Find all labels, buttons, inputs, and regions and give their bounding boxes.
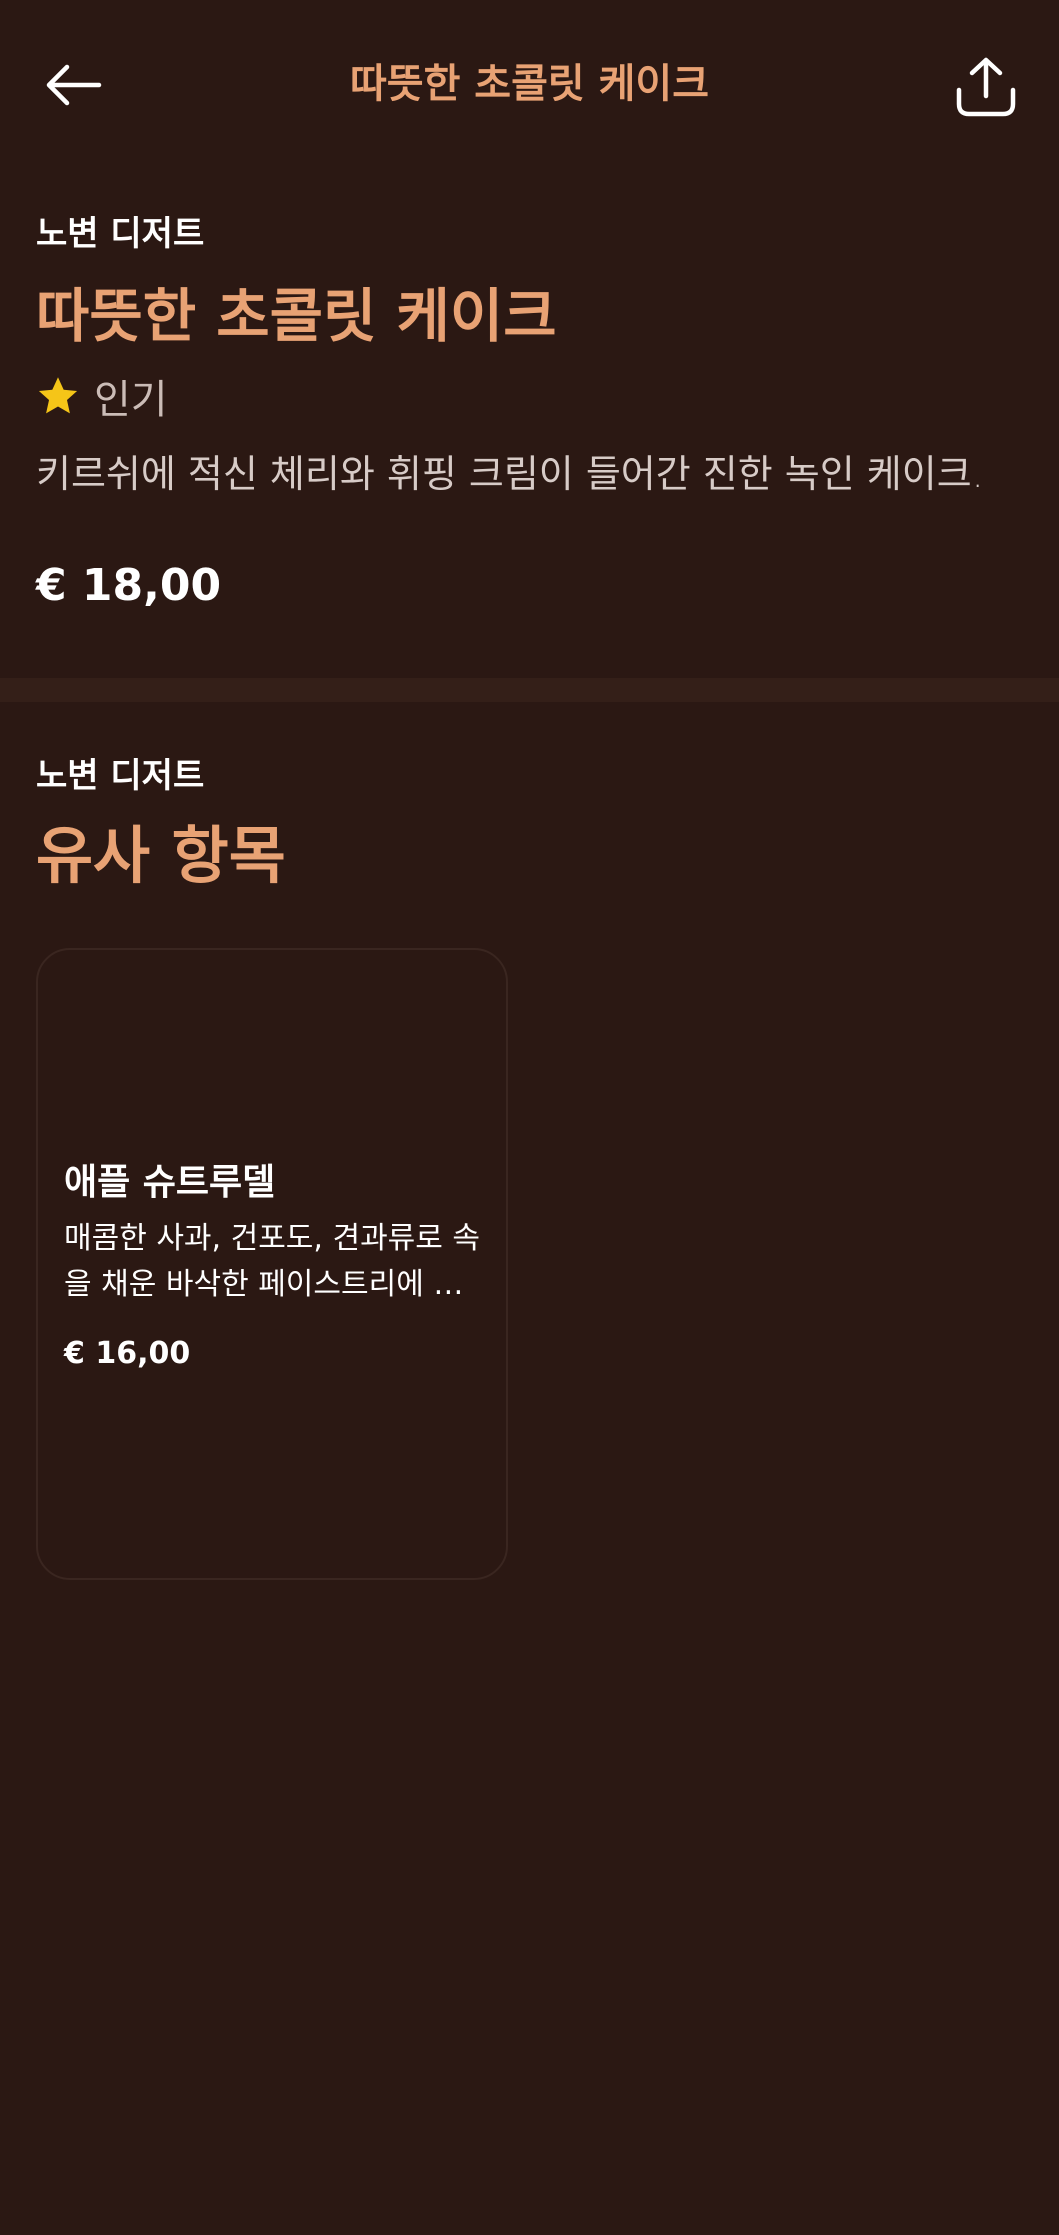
similar-item-card[interactable]: 애플 슈트루델 매콤한 사과, 건포도, 견과류로 속을 채운 바삭한 페이스트… [36,948,508,1580]
product-description: 키르쉬에 적신 체리와 휘핑 크림이 들어간 진한 녹인 케이크. [36,452,984,496]
product-price: € 18,00 [36,560,222,611]
card-description: 매콤한 사과, 건포도, 견과류로 속을 채운 바삭한 페이스트리에 바닐라 소… [64,1221,489,1302]
card-price: € 16,00 [64,1336,191,1371]
badge-label: 인기 [94,377,168,423]
section-divider [0,678,1059,702]
product-category: 노변 디저트 [36,214,205,254]
page-title: 따뜻한 초콜릿 케이크 [349,61,710,107]
similar-items-section: 노변 디저트 유사 항목 [36,752,1026,896]
back-button[interactable] [36,50,110,120]
similar-category: 노변 디저트 [36,756,205,796]
product-title: 따뜻한 초콜릿 케이크 [36,282,557,350]
popular-badge: 인기 [36,366,1026,426]
card-title: 애플 슈트루델 [64,1162,276,1203]
share-button[interactable] [948,46,1024,128]
share-icon [956,57,1016,117]
similar-title: 유사 항목 [36,819,286,892]
arrow-left-icon [46,64,102,106]
product-details: 노변 디저트 따뜻한 초콜릿 케이크 인기 키르쉬에 적신 체리와 휘핑 크림이… [36,210,1026,616]
card-content: 애플 슈트루델 매콤한 사과, 건포도, 견과류로 속을 채운 바삭한 페이스트… [64,1158,490,1376]
star-icon [38,377,78,414]
top-bar: 따뜻한 초콜릿 케이크 [0,0,1059,168]
